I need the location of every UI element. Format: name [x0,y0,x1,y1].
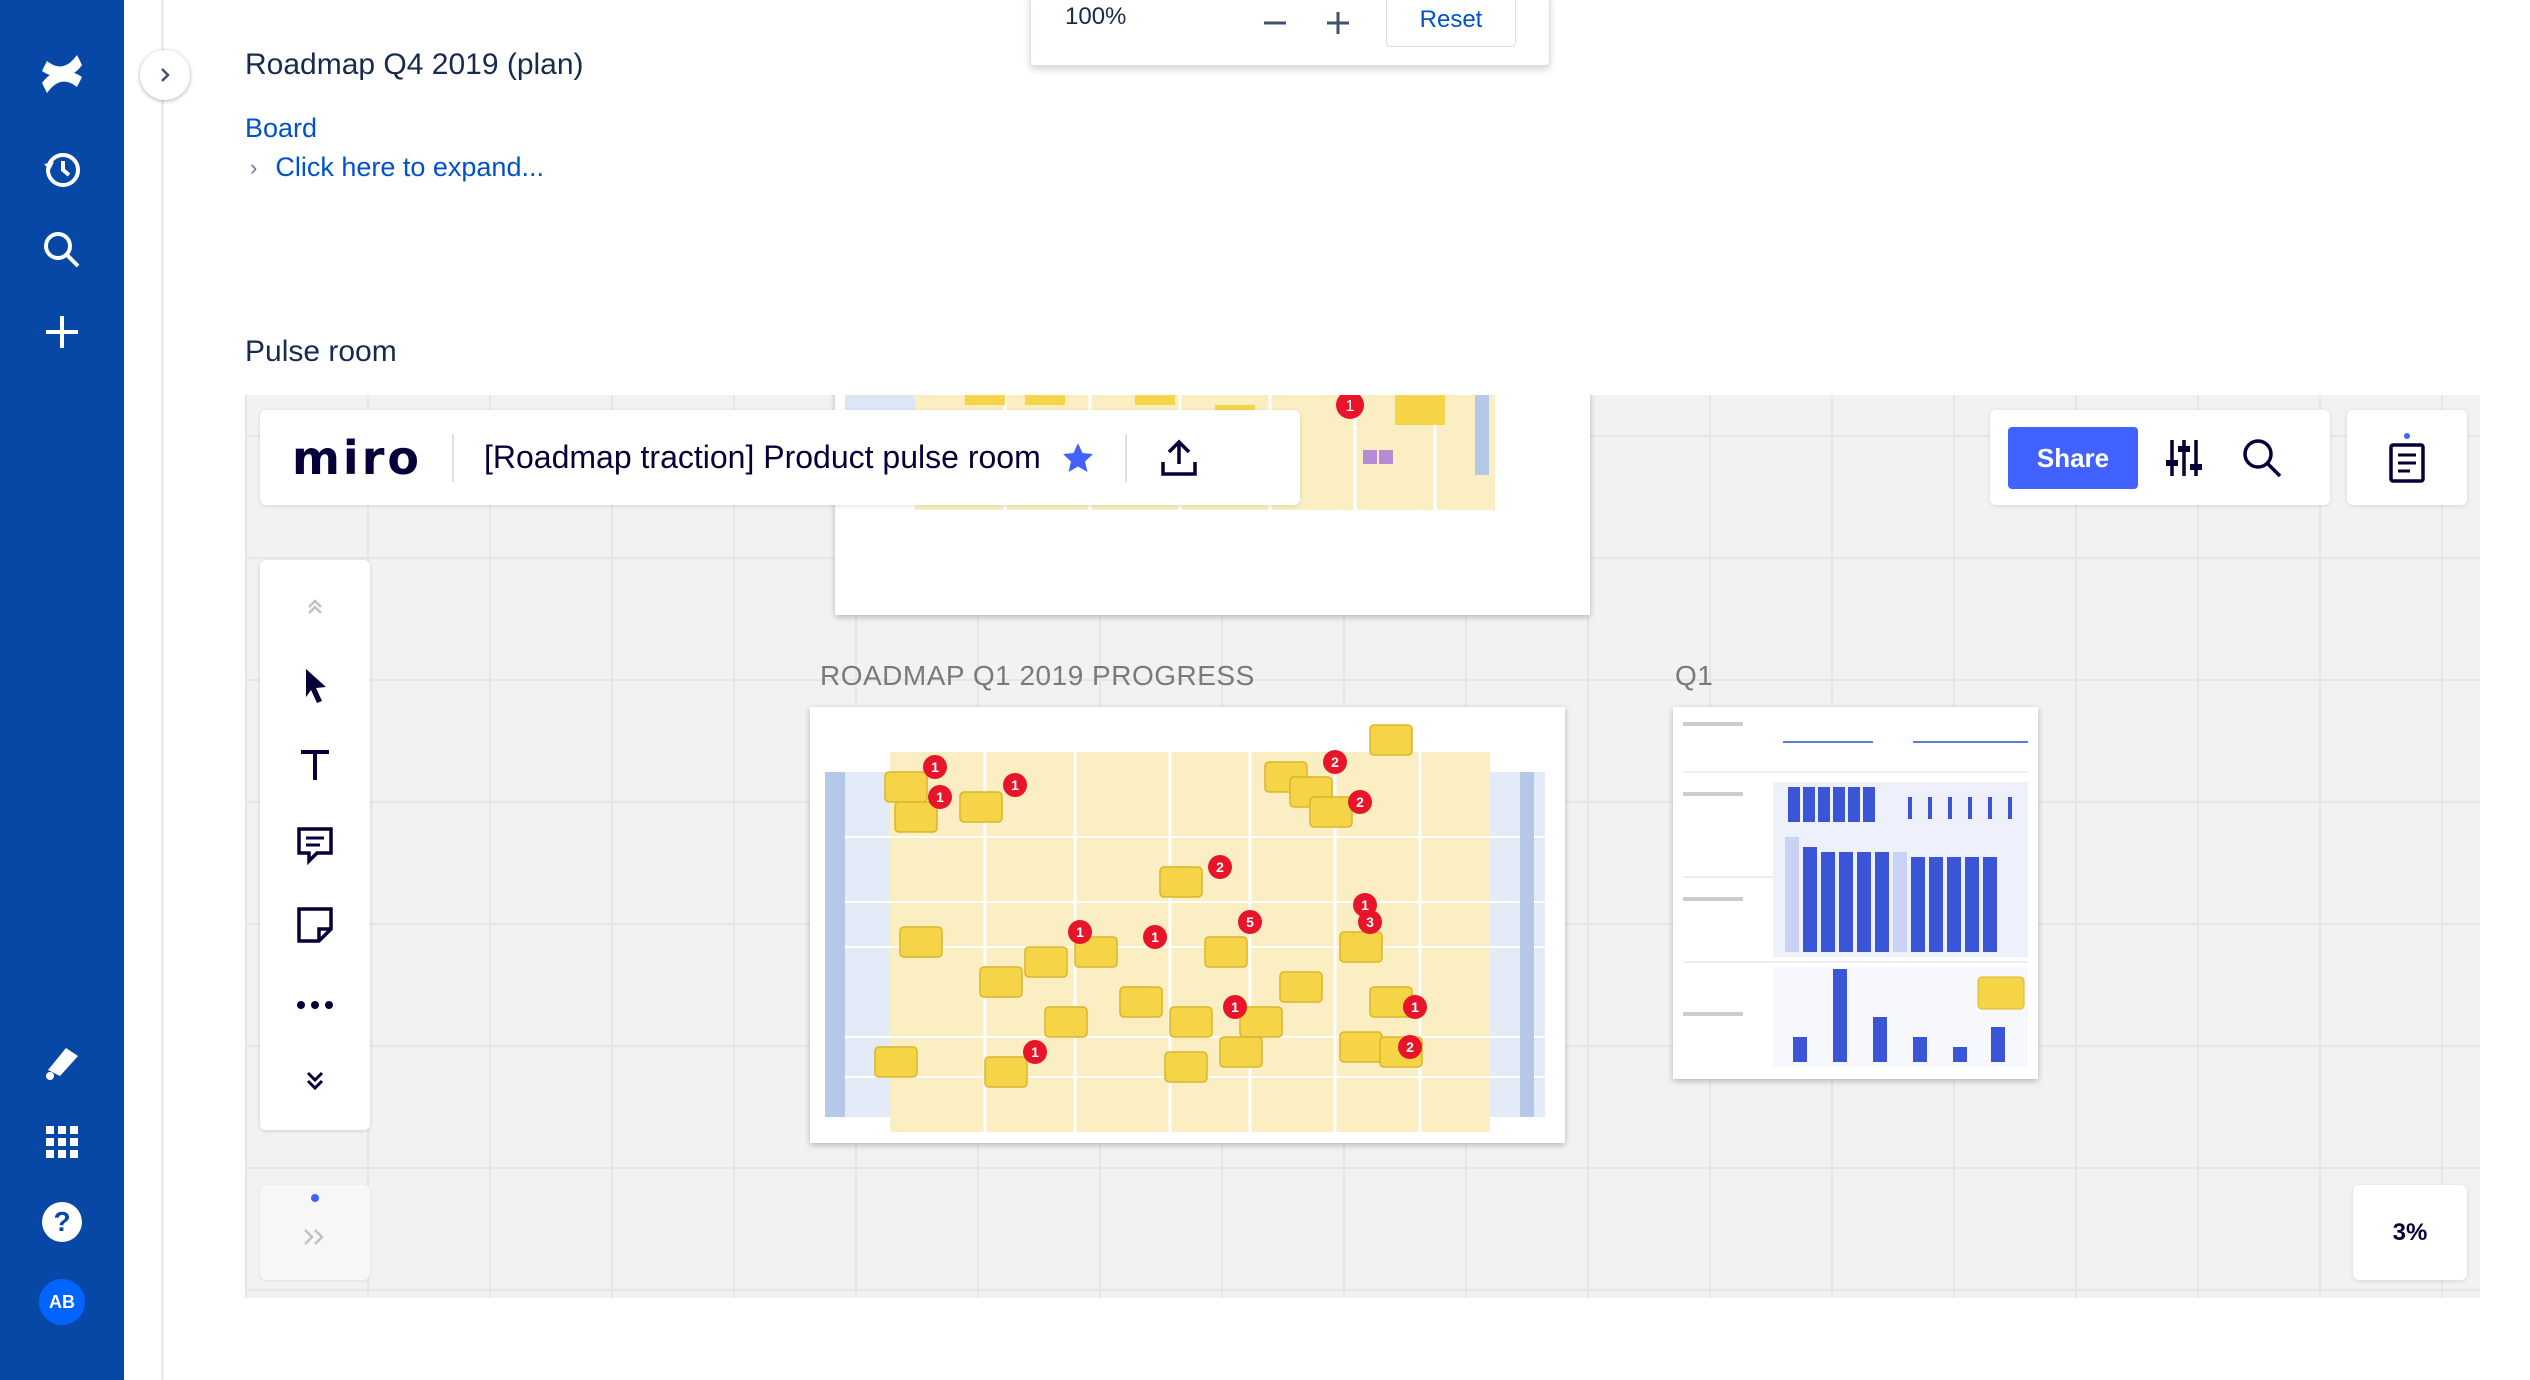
recent-icon[interactable] [30,138,94,202]
sticky-note-tool[interactable] [280,890,350,960]
search-icon[interactable] [30,218,94,282]
avatar-initials: AB [39,1279,85,1325]
export-icon[interactable] [1157,436,1201,480]
comment-icon [297,827,333,865]
zoom-out-button[interactable] [1253,1,1297,45]
star-icon[interactable] [1061,441,1095,475]
svg-text:1: 1 [1031,1044,1039,1060]
board-title[interactable]: [Roadmap traction] Product pulse room [484,439,1041,476]
chevron-right-icon: › [250,154,258,180]
create-icon[interactable] [30,300,94,364]
search-icon[interactable] [2240,436,2284,480]
svg-text:1: 1 [1151,929,1159,945]
expand-toggle[interactable]: › Click here to expand... [250,152,544,183]
plus-icon [1327,12,1349,34]
zoom-in-button[interactable] [1316,1,1360,45]
miro-toolbar [260,560,370,1130]
expand-link[interactable]: Click here to expand... [275,152,544,183]
sidebar-edge [124,0,164,1380]
divider [452,433,454,482]
more-tools-button[interactable] [280,970,350,1040]
app-switcher-icon[interactable] [30,1110,94,1174]
svg-text:1: 1 [1361,897,1369,913]
chevron-double-right-icon [304,1229,324,1245]
text-icon [301,750,329,780]
page-title: Roadmap Q4 2019 (plan) [245,48,584,81]
confluence-logo-icon[interactable] [30,42,94,106]
feedback-icon[interactable] [30,1030,94,1094]
frame-thumbnail-roadmap: 1 1 1 2 5 1 1 1 1 2 2 1 3 2 1 [825,724,1545,1132]
share-button[interactable]: Share [2008,427,2138,489]
svg-text:1: 1 [1411,999,1419,1015]
svg-text:1: 1 [1076,924,1084,940]
scroll-up-button[interactable] [280,572,350,642]
zoom-value: 100% [1065,3,1127,30]
zoom-popup: 100% Reset [1030,0,1550,66]
frame-label-roadmap: ROADMAP Q1 2019 PROGRESS [820,660,1255,691]
svg-text:2: 2 [1356,794,1364,810]
user-avatar[interactable]: AB [30,1270,94,1334]
text-tool[interactable] [280,730,350,800]
miro-top-bar: miro [Roadmap traction] Product pulse ro… [260,410,1300,505]
frame-thumbnail-q1 [1683,722,2028,1067]
board-notes-button[interactable] [2347,410,2467,505]
select-tool[interactable] [280,650,350,720]
reset-zoom-button[interactable]: Reset [1386,0,1516,47]
zoom-level-indicator[interactable]: 3% [2353,1185,2467,1280]
help-icon[interactable]: ? [30,1190,94,1254]
sticky-note-icon [297,907,333,943]
svg-text:1: 1 [1011,777,1019,793]
expand-tools-button[interactable] [280,1045,350,1115]
svg-text:2: 2 [1331,754,1339,770]
frame-label-q1: Q1 [1675,660,1714,691]
svg-text:1: 1 [931,759,939,775]
board-frame-roadmap[interactable]: 1 1 1 2 5 1 1 1 1 2 2 1 3 2 1 [810,707,1565,1143]
global-navigation: ? AB [0,0,124,1380]
cursor-icon [306,669,326,703]
miro-right-bar: Share [1990,410,2330,505]
more-icon [297,1001,333,1009]
divider [1124,433,1127,482]
minus-icon [1264,21,1286,25]
board-frame-q1[interactable] [1673,707,2038,1079]
indicator-dot-icon [311,1194,319,1202]
notes-icon [2389,432,2425,483]
chevron-double-up-icon [308,599,322,614]
svg-text:1: 1 [936,789,944,805]
miro-board-embed[interactable]: 1 ROADMAP Q1 2019 PROGRESS Q1 1 1 1 2 5 … [245,395,2480,1298]
settings-sliders-icon[interactable] [2162,436,2206,480]
svg-text:1: 1 [1231,999,1239,1015]
chevron-right-icon [161,68,170,82]
chevron-double-down-icon [306,1071,324,1091]
board-link[interactable]: Board [245,113,317,144]
svg-text:5: 5 [1246,914,1254,930]
expand-sidebar-button[interactable] [140,50,190,100]
miro-logo[interactable]: miro [292,431,422,485]
comment-tool[interactable] [280,810,350,880]
svg-text:3: 3 [1366,914,1374,930]
section-title: Pulse room [245,335,397,368]
svg-text:2: 2 [1406,1039,1414,1055]
svg-text:?: ? [53,1206,70,1237]
svg-text:2: 2 [1216,859,1224,875]
collapsed-panel-button[interactable] [260,1185,370,1280]
svg-text:1: 1 [1346,398,1355,415]
